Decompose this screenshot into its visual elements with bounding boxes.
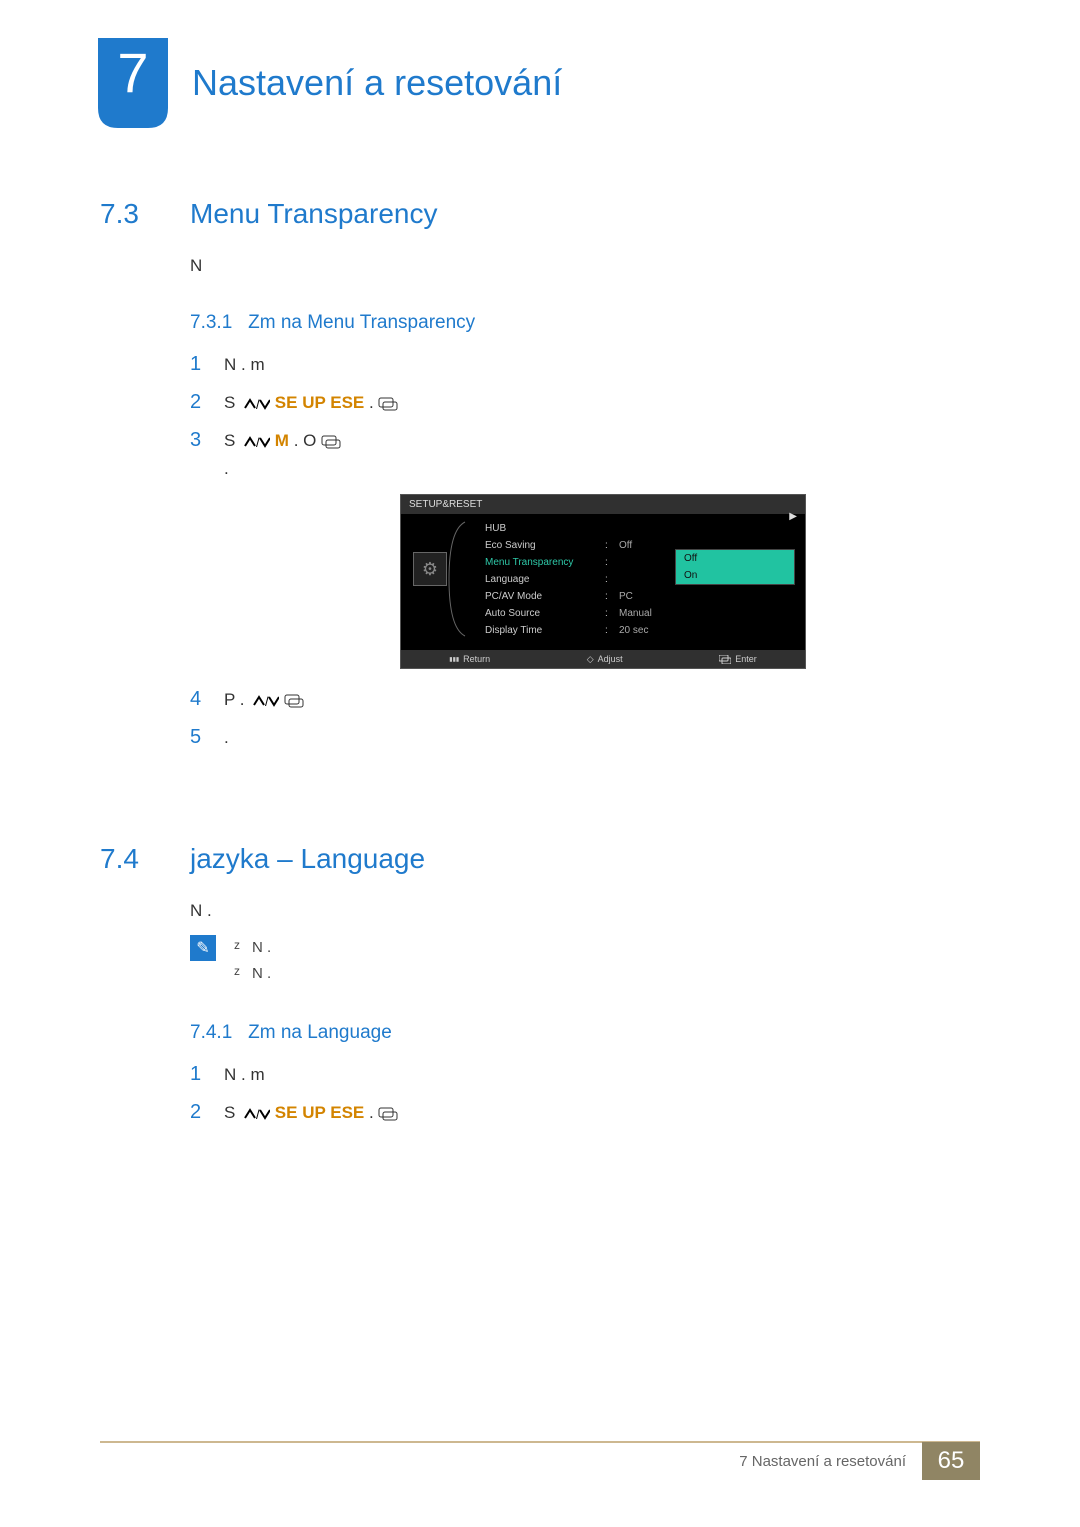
step-text: P . /	[224, 686, 980, 714]
step-text: N . m	[224, 1061, 980, 1088]
note-block: ✎ zN . zN .	[0, 935, 1080, 986]
section-number: 7.4	[100, 843, 150, 875]
enter-icon	[378, 1102, 398, 1129]
osd-dropdown: Off On	[675, 549, 795, 585]
osd-row: PC/AV Mode:PC	[481, 588, 791, 605]
bullet-line: zN .	[234, 961, 1080, 987]
svg-text:/: /	[256, 436, 260, 448]
highlight-text: SE UP ESE	[275, 1103, 364, 1122]
section-title: Menu Transparency	[190, 198, 437, 230]
svg-text:/: /	[256, 1108, 260, 1120]
step-number: 1	[190, 1058, 208, 1090]
step: 1 N . m	[190, 348, 980, 380]
step-number: 5	[190, 721, 208, 753]
section-heading: 7.4 jazyka – Language	[0, 843, 1080, 875]
adjust-icon: ◇	[587, 654, 594, 665]
osd-title: SETUP&RESET	[409, 499, 482, 510]
step-text: .	[224, 724, 980, 751]
osd-category-icon-slot: ⚙	[413, 552, 447, 586]
step-number: 2	[190, 386, 208, 418]
osd-footer: ▮▮▮ Return ◇ Adjust Enter	[401, 650, 805, 668]
step-text: S / SE UP ESE .	[224, 389, 980, 417]
step-number: 1	[190, 348, 208, 380]
up-down-icon: /	[249, 688, 279, 715]
subsection-title: Zm na Menu Transparency	[248, 312, 475, 333]
enter-icon	[719, 655, 731, 664]
up-down-icon: /	[240, 391, 270, 418]
step: 4 P . /	[190, 683, 980, 715]
section-intro: N .	[0, 901, 1080, 921]
chapter-header: 7 Nastavení a resetování	[0, 0, 1080, 128]
subsection-number: 7.4.1	[190, 1022, 232, 1043]
steps-list: 1 N . m 2 S / SE UP ESE .	[0, 348, 1080, 482]
osd-bracket-icon	[447, 520, 469, 638]
step: 5 .	[190, 721, 980, 753]
step: 1 N . m	[190, 1058, 980, 1090]
steps-list: 1 N . m 2 S / SE UP ESE .	[0, 1058, 1080, 1128]
osd-option: On	[676, 567, 794, 584]
osd-row: Auto Source:Manual	[481, 605, 791, 622]
gear-icon: ⚙	[422, 559, 438, 580]
step-number: 3	[190, 424, 208, 456]
step: 2 S / SE UP ESE .	[190, 386, 980, 418]
subsection-number: 7.3.1	[190, 312, 232, 333]
subsection-title: Zm na Language	[248, 1022, 392, 1043]
osd-adjust-hint: ◇ Adjust	[587, 654, 623, 665]
page-number: 65	[922, 1442, 980, 1480]
note-bullets: zN . zN .	[234, 935, 1080, 986]
osd-option-active: Off	[676, 550, 794, 567]
osd-return-hint: ▮▮▮ Return	[449, 654, 490, 664]
footer-label: 7 Nastavení a resetování	[739, 1453, 906, 1470]
steps-list-cont: 4 P . / 5 .	[0, 683, 1080, 753]
section-number: 7.3	[100, 198, 150, 230]
chapter-title: Nastavení a resetování	[192, 62, 562, 104]
step: 2 S / SE UP ESE .	[190, 1096, 980, 1128]
highlight-text: SE UP ESE	[275, 393, 364, 412]
step-text: S / M . O .	[224, 427, 980, 482]
osd-titlebar: SETUP&RESET ▶	[401, 495, 805, 514]
highlight-text: M	[275, 431, 289, 450]
svg-text:/: /	[265, 695, 269, 707]
page-footer: 7 Nastavení a resetování 65	[100, 1441, 980, 1479]
enter-icon	[284, 689, 304, 716]
step-text: S / SE UP ESE .	[224, 1099, 980, 1127]
osd-row: Display Time:20 sec	[481, 622, 791, 639]
section-heading: 7.3 Menu Transparency	[0, 198, 1080, 230]
chapter-number: 7	[98, 40, 168, 105]
osd-screenshot: SETUP&RESET ▶ ⚙ HUB Eco Saving:Off Menu …	[400, 494, 806, 669]
return-icon: ▮▮▮	[449, 656, 459, 663]
step-number: 2	[190, 1096, 208, 1128]
svg-text:/: /	[256, 398, 260, 410]
up-down-icon: /	[240, 429, 270, 456]
osd-row: HUB	[481, 520, 791, 537]
enter-icon	[321, 430, 341, 457]
step-text: N . m	[224, 351, 980, 378]
bullet-line: zN .	[234, 935, 1080, 961]
note-icon: ✎	[190, 935, 216, 961]
step-number: 4	[190, 683, 208, 715]
section-intro: N	[0, 256, 1080, 276]
enter-icon	[378, 392, 398, 419]
step: 3 S / M . O .	[190, 424, 980, 482]
section-title: jazyka – Language	[190, 843, 425, 875]
chapter-badge: 7	[98, 38, 168, 128]
subsection-heading: 7.3.1 Zm na Menu Transparency	[0, 312, 1080, 334]
osd-menu: HUB Eco Saving:Off Menu Transparency: La…	[481, 520, 791, 639]
subsection-heading: 7.4.1 Zm na Language	[0, 1022, 1080, 1044]
osd-enter-hint: Enter	[719, 654, 757, 664]
up-down-icon: /	[240, 1101, 270, 1128]
